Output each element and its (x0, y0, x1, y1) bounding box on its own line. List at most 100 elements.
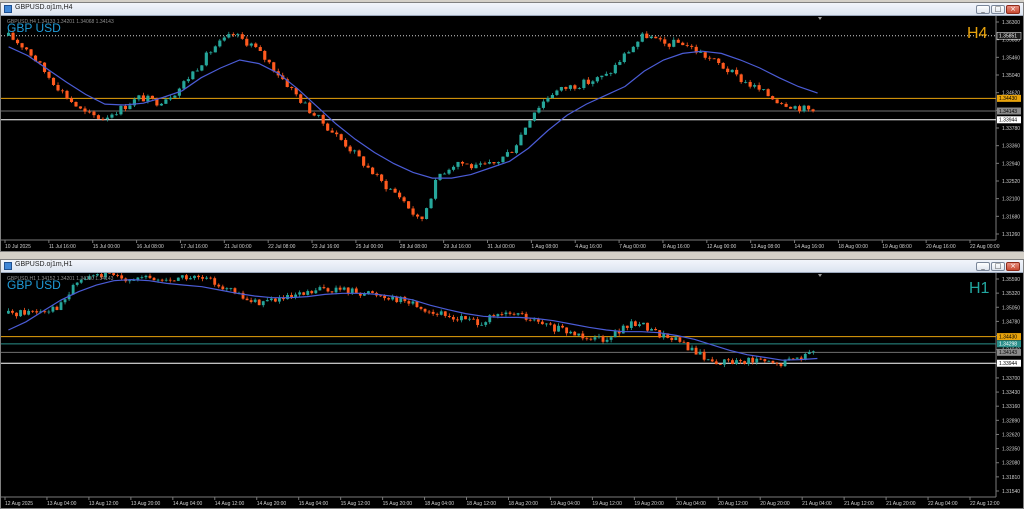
candle-body (419, 306, 423, 309)
candle-body (334, 287, 338, 293)
candle-body (686, 342, 690, 351)
window-titlebar[interactable]: GBPUSD.oj1m,H4 _ □ × (1, 3, 1023, 16)
close-button[interactable]: × (1006, 5, 1020, 14)
candle-body (642, 322, 645, 325)
candle-body (645, 33, 649, 39)
candle-body (236, 34, 240, 36)
candle-body (646, 322, 649, 331)
candle-body (478, 163, 483, 165)
candle-body (510, 152, 514, 153)
candle-body (712, 58, 716, 60)
candle-body (205, 277, 209, 279)
current-price-tag: 1.34143 (999, 109, 1017, 115)
chart-window-icon (4, 5, 12, 13)
candle-body (357, 150, 361, 157)
candle-body (532, 319, 536, 321)
candle-body (783, 359, 787, 367)
candle-body (775, 362, 779, 364)
candle-body (218, 40, 222, 47)
candle-body (231, 34, 235, 36)
candle-body (152, 277, 156, 281)
price-label: 1.34780 (1002, 319, 1020, 325)
candle-body (240, 34, 244, 39)
candle-body (658, 38, 662, 40)
price-label: 1.32890 (1002, 418, 1020, 424)
chart-shift-marker (818, 17, 822, 20)
maximize-button[interactable]: □ (991, 262, 1005, 271)
candle-body (654, 36, 658, 39)
candle-body (249, 300, 253, 302)
candle-body (344, 139, 348, 147)
candle-body (670, 337, 674, 341)
candle-body (182, 81, 186, 89)
time-label: 12 Aug 00:00 (707, 244, 737, 250)
time-label: 13 Aug 12:00 (89, 501, 119, 507)
price-chart-h1[interactable]: 1.355901.353201.350501.347801.345101.342… (1, 273, 1023, 508)
candle-body (685, 45, 689, 46)
candle-body (520, 313, 524, 315)
price-chart-h4[interactable]: 1.363001.358801.354601.350401.346201.342… (1, 16, 1023, 251)
candle-body (465, 163, 469, 165)
candle-body (87, 111, 92, 113)
resistance-price-tag: 1.34430 (999, 334, 1017, 340)
candle-body (564, 87, 568, 89)
candle-body (771, 96, 775, 100)
candle-body (150, 95, 154, 99)
time-label: 16 Jul 08:00 (137, 244, 164, 250)
candle-body (802, 105, 806, 112)
close-button[interactable]: × (1006, 262, 1020, 271)
candle-body (322, 287, 326, 289)
candle-body (180, 275, 184, 278)
candle-body (371, 167, 375, 175)
candle-body (690, 347, 694, 351)
candle-body (678, 337, 682, 342)
candle-body (600, 75, 604, 78)
candle-body (176, 277, 180, 281)
candle-body (298, 292, 302, 295)
candle-body (24, 47, 29, 50)
candle-body (402, 197, 406, 202)
minimize-button[interactable]: _ (976, 262, 990, 271)
candle-body (549, 323, 552, 325)
candle-body (771, 360, 775, 363)
candle-body (317, 114, 321, 116)
candle-body (766, 89, 770, 97)
candle-body (710, 359, 714, 362)
candle-body (779, 363, 783, 367)
time-label: 18 Aug 12:00 (467, 501, 497, 507)
time-label: 20 Aug 12:00 (718, 501, 748, 507)
candle-body (290, 295, 293, 298)
candle-body (735, 69, 739, 75)
candle-body (577, 87, 581, 89)
candle-body (537, 107, 541, 113)
timeframe-label: H1 (969, 280, 990, 297)
candle-body (601, 336, 605, 342)
chart-window-h4[interactable]: GBPUSD.oj1m,H4 _ □ × 1.36300 1.35880 1.354… (0, 2, 1024, 252)
candle-body (811, 109, 815, 112)
candle-body (546, 98, 550, 102)
candle-body (253, 299, 257, 302)
candle-body (703, 52, 707, 58)
candle-body (433, 179, 438, 199)
candle-body (565, 327, 569, 334)
candle-body (302, 292, 306, 295)
candle-body (308, 102, 312, 114)
candle-body (568, 85, 572, 89)
candle-body (114, 114, 119, 116)
candle-body (338, 287, 342, 290)
price-label: 1.32520 (1002, 179, 1020, 185)
candle-body (379, 295, 382, 297)
candle-body (553, 324, 556, 332)
candle-body (209, 277, 213, 279)
candle-body (265, 300, 269, 302)
maximize-button[interactable]: □ (991, 5, 1005, 14)
window-title: GBPUSD.oj1m,H4 (15, 4, 73, 11)
candle-body (586, 79, 590, 84)
price-label: 1.35590 (1002, 277, 1020, 283)
time-label: 15 Aug 12:00 (341, 501, 371, 507)
chart-window-h1[interactable]: GBPUSD.oj1m,H1 _ □ × 1.35590 1.35320 1.350… (0, 259, 1024, 509)
candle-body (108, 273, 111, 274)
minimize-button[interactable]: _ (976, 5, 990, 14)
candle-body (472, 318, 476, 320)
window-titlebar[interactable]: GBPUSD.oj1m,H1 _ □ × (1, 260, 1023, 273)
